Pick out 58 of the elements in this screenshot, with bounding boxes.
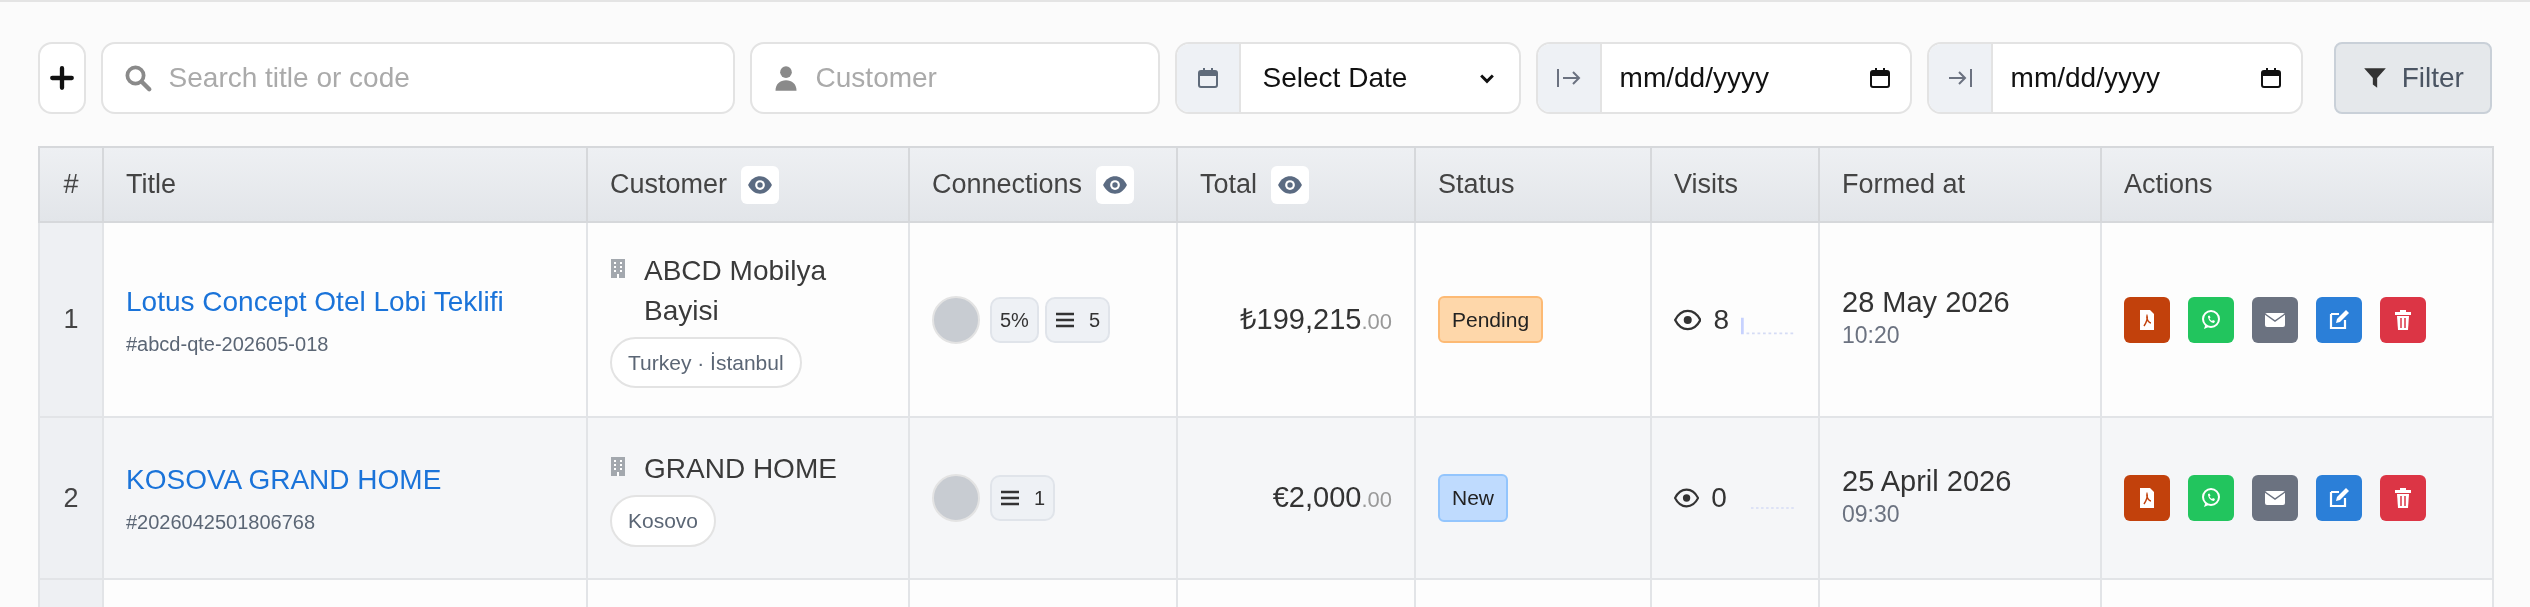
count-badge: 1: [990, 475, 1056, 521]
column-header: Actions: [2124, 168, 2213, 202]
row-number: 1: [63, 304, 79, 335]
formed-date: 28 May 2026: [1842, 286, 2011, 319]
formed-time: 10:20: [1842, 321, 1901, 351]
building-icon: [610, 455, 626, 478]
email-button[interactable]: [2252, 475, 2298, 521]
row-number: 2: [63, 482, 79, 513]
avatar: [932, 474, 980, 522]
column-header: Status: [1438, 168, 1515, 202]
total-amount: €2,000.00: [1272, 481, 1392, 514]
visit-count: 8: [1713, 302, 1730, 337]
visibility-toggle-button[interactable]: [741, 165, 780, 204]
delete-button[interactable]: [2380, 475, 2426, 521]
total-amount: ₺199,215.00: [1239, 302, 1392, 335]
avatar: [932, 295, 980, 344]
count-badge: 5: [1044, 296, 1111, 343]
customer-name: GRAND HOME: [644, 452, 837, 487]
visits-sparkline: [1741, 316, 1796, 335]
location-tag: Turkey · İstanbul: [610, 336, 802, 389]
column-header: Title: [126, 168, 176, 202]
location-tag: Kosovo: [610, 495, 717, 547]
column-header: Total: [1200, 168, 1258, 202]
building-icon: [610, 256, 626, 279]
chat-bubble-icon: [2199, 307, 2223, 332]
edit-button[interactable]: [2316, 296, 2362, 343]
delete-button[interactable]: [2380, 296, 2426, 343]
quote-code: #2026042501806768: [126, 510, 317, 535]
status-badge: New: [1438, 474, 1508, 522]
pencil-square-icon: [2327, 486, 2351, 510]
visit-count: 0: [1711, 481, 1727, 515]
add-button[interactable]: [38, 42, 86, 114]
pdf-button[interactable]: [2124, 475, 2170, 521]
quote-title-link[interactable]: Lotus Concept Otel Lobi Teklifi: [126, 280, 564, 323]
column-header: Customer: [610, 168, 728, 202]
list-icon: [1054, 311, 1075, 328]
edit-button[interactable]: [2316, 475, 2362, 521]
search-icon: [122, 63, 153, 93]
formed-date: 25 April 2026: [1842, 464, 2013, 497]
percent-badge: 5%: [990, 296, 1039, 343]
visibility-toggle-button[interactable]: [1271, 165, 1310, 204]
column-header: Connections: [932, 168, 1083, 202]
visibility-toggle-button[interactable]: [1096, 165, 1135, 204]
customer-name: ABCD Mobilya Bayisi: [644, 253, 828, 328]
list-icon: [1000, 490, 1020, 506]
formed-time: 09:30: [1842, 499, 1901, 529]
column-header: Formed at: [1842, 168, 1966, 202]
pencil-square-icon: [2327, 307, 2351, 332]
plus-icon: [48, 65, 75, 91]
pdf-button[interactable]: [2124, 296, 2170, 343]
column-header: #: [63, 168, 79, 202]
quote-title-link[interactable]: KOSOVA GRAND HOME: [126, 459, 564, 501]
quote-code: #abcd-qte-202605-018: [126, 331, 330, 357]
column-header: Visits: [1674, 168, 1739, 202]
chat-bubble-icon: [2199, 486, 2223, 510]
filter-button[interactable]: Filter: [2333, 42, 2492, 114]
email-button[interactable]: [2252, 296, 2298, 343]
status-badge: Pending: [1438, 295, 1544, 344]
